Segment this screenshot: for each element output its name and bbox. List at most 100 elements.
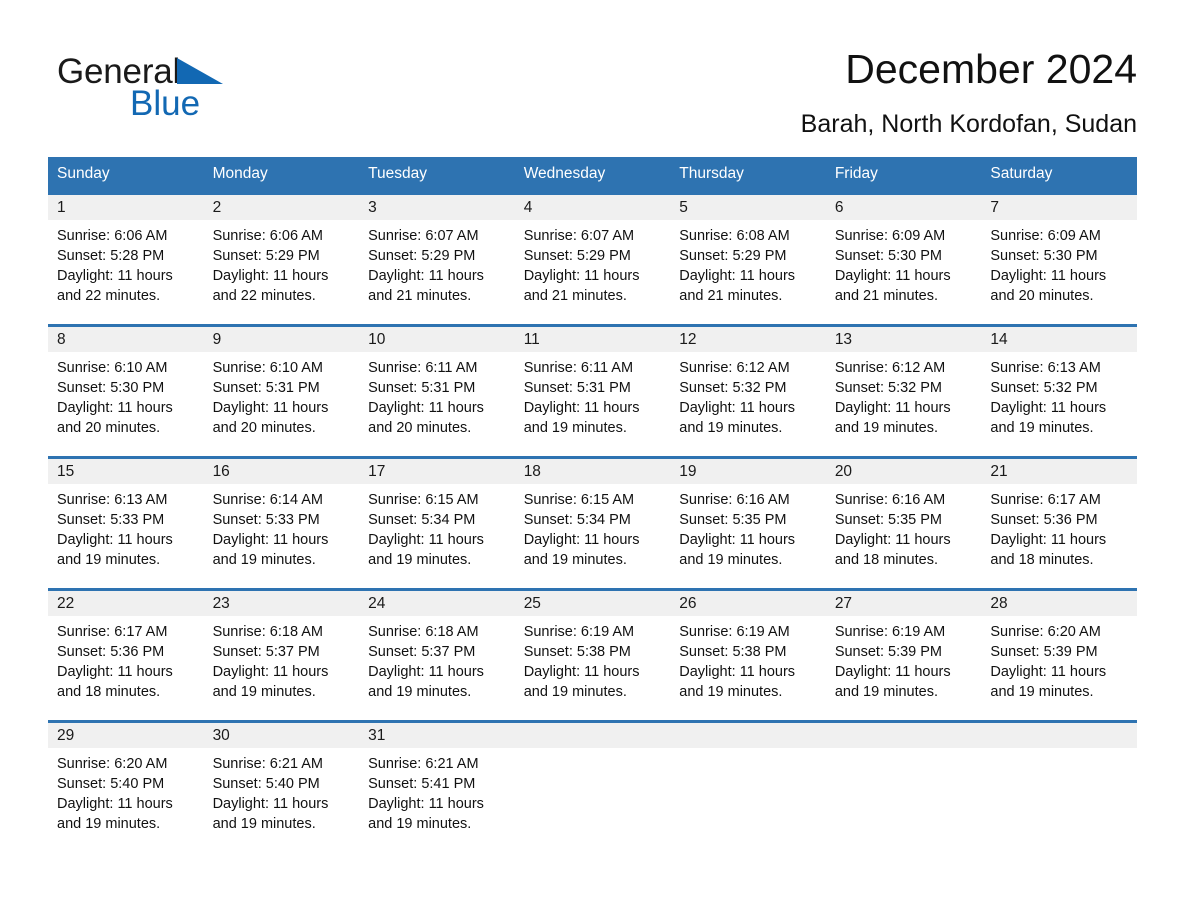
day-cell[interactable]: 19 Sunrise: 6:16 AM Sunset: 5:35 PM Dayligh…: [670, 456, 826, 574]
sunset-text: Sunset: 5:40 PM: [57, 776, 165, 792]
day-cell[interactable]: 6 Sunrise: 6:09 AM Sunset: 5:30 PM Daylight…: [825, 192, 982, 310]
day-cell[interactable]: 23 Sunrise: 6:18 AM Sunset: 5:37 PM Dayligh…: [203, 588, 360, 706]
calendar-cell[interactable]: 26 Sunrise: 6:19 AM Sunset: 5:38 PM Dayligh…: [670, 588, 826, 706]
daylight-text-line2: and 21 minutes.: [679, 288, 783, 304]
calendar-cell[interactable]: 16 Sunrise: 6:14 AM Sunset: 5:33 PM Dayligh…: [203, 456, 360, 574]
day-cell[interactable]: 13 Sunrise: 6:12 AM Sunset: 5:32 PM Dayligh…: [825, 324, 982, 442]
day-cell[interactable]: 29 Sunrise: 6:20 AM Sunset: 5:40 PM Dayligh…: [48, 720, 204, 838]
day-number: 31: [359, 723, 515, 748]
day-cell[interactable]: 5 Sunrise: 6:08 AM Sunset: 5:29 PM Daylight…: [670, 192, 826, 310]
calendar-cell[interactable]: 24 Sunrise: 6:18 AM Sunset: 5:37 PM Dayligh…: [359, 588, 515, 706]
day-cell[interactable]: 22 Sunrise: 6:17 AM Sunset: 5:36 PM Dayligh…: [48, 588, 204, 706]
day-cell[interactable]: 27 Sunrise: 6:19 AM Sunset: 5:39 PM Dayligh…: [825, 588, 982, 706]
day-number: 24: [359, 591, 515, 616]
sunset-text: Sunset: 5:41 PM: [368, 776, 476, 792]
day-number: 15: [48, 459, 204, 484]
day-cell[interactable]: 18 Sunrise: 6:15 AM Sunset: 5:34 PM Dayligh…: [514, 456, 671, 574]
sunset-text: Sunset: 5:37 PM: [368, 644, 476, 660]
sunrise-text: Sunrise: 6:06 AM: [212, 228, 323, 244]
day-cell[interactable]: 17 Sunrise: 6:15 AM Sunset: 5:34 PM Dayligh…: [359, 456, 515, 574]
calendar-cell[interactable]: 9 Sunrise: 6:10 AM Sunset: 5:31 PM Daylight…: [203, 324, 360, 442]
calendar-cell[interactable]: 20 Sunrise: 6:16 AM Sunset: 5:35 PM Dayligh…: [825, 456, 982, 574]
day-details: Sunrise: 6:19 AM Sunset: 5:38 PM Daylight:…: [670, 616, 826, 702]
day-cell[interactable]: 12 Sunrise: 6:12 AM Sunset: 5:32 PM Dayligh…: [670, 324, 826, 442]
daylight-text-line1: Daylight: 11 hours: [679, 664, 796, 680]
calendar-cell[interactable]: 5 Sunrise: 6:08 AM Sunset: 5:29 PM Daylight…: [670, 192, 826, 310]
day-cell[interactable]: 31 Sunrise: 6:21 AM Sunset: 5:41 PM Dayligh…: [359, 720, 515, 838]
sunset-text: Sunset: 5:30 PM: [990, 248, 1098, 264]
calendar-cell[interactable]: 4 Sunrise: 6:07 AM Sunset: 5:29 PM Daylight…: [514, 192, 671, 310]
day-number: 25: [514, 591, 671, 616]
week-row-spacer-cell: [48, 706, 1137, 720]
day-details: Sunrise: 6:11 AM Sunset: 5:31 PM Daylight:…: [515, 352, 671, 438]
day-cell[interactable]: 3 Sunrise: 6:07 AM Sunset: 5:29 PM Daylight…: [359, 192, 515, 310]
calendar-cell[interactable]: 30 Sunrise: 6:21 AM Sunset: 5:40 PM Dayligh…: [203, 720, 360, 838]
calendar-cell[interactable]: 28 Sunrise: 6:20 AM Sunset: 5:39 PM Dayligh…: [981, 588, 1137, 706]
calendar-cell[interactable]: 7 Sunrise: 6:09 AM Sunset: 5:30 PM Daylight…: [981, 192, 1137, 310]
calendar-cell[interactable]: 29 Sunrise: 6:20 AM Sunset: 5:40 PM Dayligh…: [48, 720, 204, 838]
day-cell[interactable]: 10 Sunrise: 6:11 AM Sunset: 5:31 PM Dayligh…: [359, 324, 515, 442]
day-cell[interactable]: 26 Sunrise: 6:19 AM Sunset: 5:38 PM Dayligh…: [670, 588, 826, 706]
sunrise-text: Sunrise: 6:21 AM: [212, 756, 323, 772]
day-details: Sunrise: 6:17 AM Sunset: 5:36 PM Daylight:…: [981, 484, 1137, 570]
calendar-cell[interactable]: 8 Sunrise: 6:10 AM Sunset: 5:30 PM Daylight…: [48, 324, 204, 442]
calendar-cell[interactable]: 31 Sunrise: 6:21 AM Sunset: 5:41 PM Dayligh…: [359, 720, 515, 838]
calendar-cell[interactable]: 6 Sunrise: 6:09 AM Sunset: 5:30 PM Daylight…: [825, 192, 982, 310]
calendar-week-row: 29 Sunrise: 6:20 AM Sunset: 5:40 PM Dayligh…: [48, 720, 1137, 838]
daylight-text-line2: and 19 minutes.: [212, 552, 316, 568]
daylight-text-line1: Daylight: 11 hours: [523, 664, 640, 680]
day-number: 17: [359, 459, 515, 484]
calendar-cell[interactable]: 15 Sunrise: 6:13 AM Sunset: 5:33 PM Dayligh…: [48, 456, 204, 574]
calendar-cell[interactable]: 14 Sunrise: 6:13 AM Sunset: 5:32 PM Dayligh…: [981, 324, 1137, 442]
calendar-cell[interactable]: 23 Sunrise: 6:18 AM Sunset: 5:37 PM Dayligh…: [203, 588, 360, 706]
calendar-cell[interactable]: 19 Sunrise: 6:16 AM Sunset: 5:35 PM Dayligh…: [670, 456, 826, 574]
calendar-cell[interactable]: 27 Sunrise: 6:19 AM Sunset: 5:39 PM Dayligh…: [825, 588, 982, 706]
calendar-cell[interactable]: 2 Sunrise: 6:06 AM Sunset: 5:29 PM Daylight…: [203, 192, 360, 310]
day-cell[interactable]: 24 Sunrise: 6:18 AM Sunset: 5:37 PM Dayligh…: [359, 588, 515, 706]
sunset-text: Sunset: 5:38 PM: [679, 644, 787, 660]
calendar-cell[interactable]: 22 Sunrise: 6:17 AM Sunset: 5:36 PM Dayligh…: [48, 588, 204, 706]
daylight-text-line1: Daylight: 11 hours: [990, 268, 1107, 284]
calendar-cell[interactable]: 3 Sunrise: 6:07 AM Sunset: 5:29 PM Daylight…: [359, 192, 515, 310]
day-cell[interactable]: 9 Sunrise: 6:10 AM Sunset: 5:31 PM Daylight…: [203, 324, 360, 442]
calendar-cell[interactable]: 21 Sunrise: 6:17 AM Sunset: 5:36 PM Dayligh…: [981, 456, 1137, 574]
day-number: 22: [48, 591, 204, 616]
day-cell[interactable]: 25 Sunrise: 6:19 AM Sunset: 5:38 PM Dayligh…: [514, 588, 671, 706]
day-cell[interactable]: 15 Sunrise: 6:13 AM Sunset: 5:33 PM Dayligh…: [48, 456, 204, 574]
sunset-text: Sunset: 5:29 PM: [523, 248, 631, 264]
daylight-text-line1: Daylight: 11 hours: [368, 268, 484, 284]
daylight-text-line2: and 19 minutes.: [834, 684, 938, 700]
general-blue-logo[interactable]: General Blue: [57, 52, 417, 132]
day-cell[interactable]: 21 Sunrise: 6:17 AM Sunset: 5:36 PM Dayligh…: [981, 456, 1137, 574]
day-cell[interactable]: 14 Sunrise: 6:13 AM Sunset: 5:32 PM Dayligh…: [981, 324, 1137, 442]
day-cell[interactable]: 11 Sunrise: 6:11 AM Sunset: 5:31 PM Dayligh…: [514, 324, 671, 442]
daylight-text-line1: Daylight: 11 hours: [368, 400, 484, 416]
sunset-text: Sunset: 5:34 PM: [368, 512, 476, 528]
calendar-cell[interactable]: 1 Sunrise: 6:06 AM Sunset: 5:28 PM Daylight…: [48, 192, 204, 310]
day-number: 18: [514, 459, 671, 484]
day-number: 30: [203, 723, 360, 748]
day-cell[interactable]: 20 Sunrise: 6:16 AM Sunset: 5:35 PM Dayligh…: [825, 456, 982, 574]
daylight-text-line2: and 19 minutes.: [990, 684, 1094, 700]
day-cell[interactable]: 4 Sunrise: 6:07 AM Sunset: 5:29 PM Daylight…: [514, 192, 671, 310]
day-cell[interactable]: 2 Sunrise: 6:06 AM Sunset: 5:29 PM Daylight…: [203, 192, 360, 310]
calendar-cell[interactable]: 13 Sunrise: 6:12 AM Sunset: 5:32 PM Dayligh…: [825, 324, 982, 442]
day-cell[interactable]: 1 Sunrise: 6:06 AM Sunset: 5:28 PM Daylight…: [48, 192, 204, 310]
calendar-week-row: 1 Sunrise: 6:06 AM Sunset: 5:28 PM Daylight…: [48, 192, 1137, 310]
brand-line-top: General: [57, 52, 417, 92]
day-cell[interactable]: 8 Sunrise: 6:10 AM Sunset: 5:30 PM Daylight…: [48, 324, 204, 442]
weekday-header-monday: Monday: [203, 157, 360, 192]
calendar-cell[interactable]: 25 Sunrise: 6:19 AM Sunset: 5:38 PM Dayligh…: [514, 588, 671, 706]
calendar-cell[interactable]: 17 Sunrise: 6:15 AM Sunset: 5:34 PM Dayligh…: [359, 456, 515, 574]
day-details: Sunrise: 6:19 AM Sunset: 5:39 PM Daylight:…: [826, 616, 982, 702]
day-number: 21: [981, 459, 1137, 484]
day-cell[interactable]: 16 Sunrise: 6:14 AM Sunset: 5:33 PM Dayligh…: [203, 456, 360, 574]
day-details: Sunrise: 6:18 AM Sunset: 5:37 PM Daylight:…: [204, 616, 360, 702]
day-cell[interactable]: 30 Sunrise: 6:21 AM Sunset: 5:40 PM Dayligh…: [203, 720, 360, 838]
calendar-cell[interactable]: 11 Sunrise: 6:11 AM Sunset: 5:31 PM Dayligh…: [514, 324, 671, 442]
day-cell[interactable]: 7 Sunrise: 6:09 AM Sunset: 5:30 PM Daylight…: [981, 192, 1137, 310]
day-cell[interactable]: 28 Sunrise: 6:20 AM Sunset: 5:39 PM Dayligh…: [981, 588, 1137, 706]
calendar-cell[interactable]: 12 Sunrise: 6:12 AM Sunset: 5:32 PM Dayligh…: [670, 324, 826, 442]
calendar-cell[interactable]: 18 Sunrise: 6:15 AM Sunset: 5:34 PM Dayligh…: [514, 456, 671, 574]
calendar-cell[interactable]: 10 Sunrise: 6:11 AM Sunset: 5:31 PM Dayligh…: [359, 324, 515, 442]
